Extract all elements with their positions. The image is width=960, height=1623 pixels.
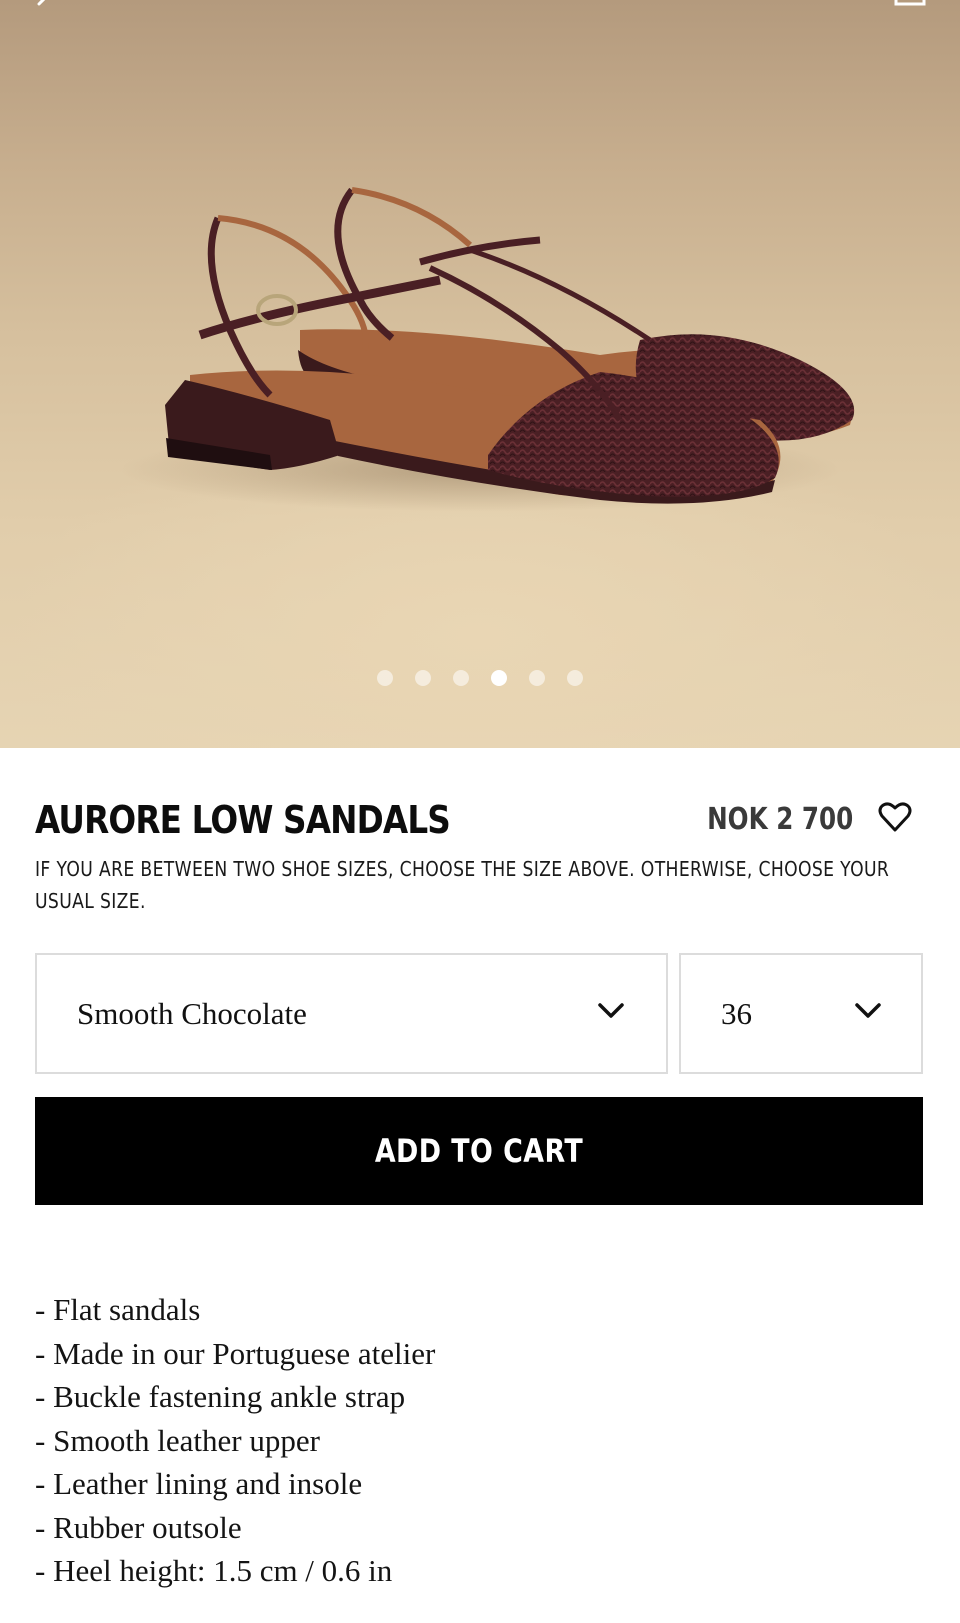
- product-description: - Flat sandals - Made in our Portuguese …: [35, 1288, 915, 1593]
- heart-icon: [878, 802, 912, 832]
- gallery-pagination: [0, 668, 960, 688]
- gallery-dot[interactable]: [415, 670, 431, 686]
- description-item: - Rubber outsole: [35, 1509, 242, 1545]
- size-advice: If you are between two shoe sizes, choos…: [35, 857, 890, 913]
- size-select[interactable]: 36: [679, 953, 923, 1074]
- gallery-dot-active[interactable]: [491, 670, 507, 686]
- product-header: AURORE LOW SANDALS NOK 2 700: [35, 795, 925, 845]
- description-item: - Flat sandals: [35, 1292, 201, 1327]
- add-to-cart-button[interactable]: ADD TO CART: [35, 1097, 923, 1205]
- description-item: - Leather lining and insole: [35, 1466, 363, 1501]
- description-item: - Smooth leather upper: [35, 1422, 320, 1458]
- back-button[interactable]: [22, 0, 66, 20]
- description-item: - Made in our Portuguese atelier: [35, 1335, 436, 1371]
- gallery-dot[interactable]: [567, 670, 583, 686]
- gallery-dot[interactable]: [453, 670, 469, 686]
- shopping-bag-button[interactable]: [890, 0, 930, 16]
- wishlist-button[interactable]: [877, 799, 913, 835]
- chevron-down-icon: [598, 1003, 624, 1018]
- product-title: AURORE LOW SANDALS: [35, 798, 451, 842]
- chevron-down-icon: [855, 1003, 881, 1018]
- color-select[interactable]: Smooth Chocolate: [35, 953, 668, 1074]
- product-image-gallery[interactable]: [0, 0, 960, 748]
- size-select-value: 36: [721, 996, 752, 1031]
- color-select-value: Smooth Chocolate: [77, 996, 307, 1031]
- shopping-bag-icon: [894, 0, 926, 6]
- description-item: - Buckle fastening ankle strap: [35, 1379, 406, 1414]
- gallery-dot[interactable]: [377, 670, 393, 686]
- add-to-cart-label: ADD TO CART: [374, 1132, 584, 1170]
- description-item: - Heel height: 1.5 cm / 0.6 in: [35, 1553, 393, 1588]
- gallery-dot[interactable]: [529, 670, 545, 686]
- product-photo: [120, 187, 855, 512]
- product-price: NOK 2 700: [706, 802, 853, 837]
- back-arrow-icon: [37, 0, 46, 6]
